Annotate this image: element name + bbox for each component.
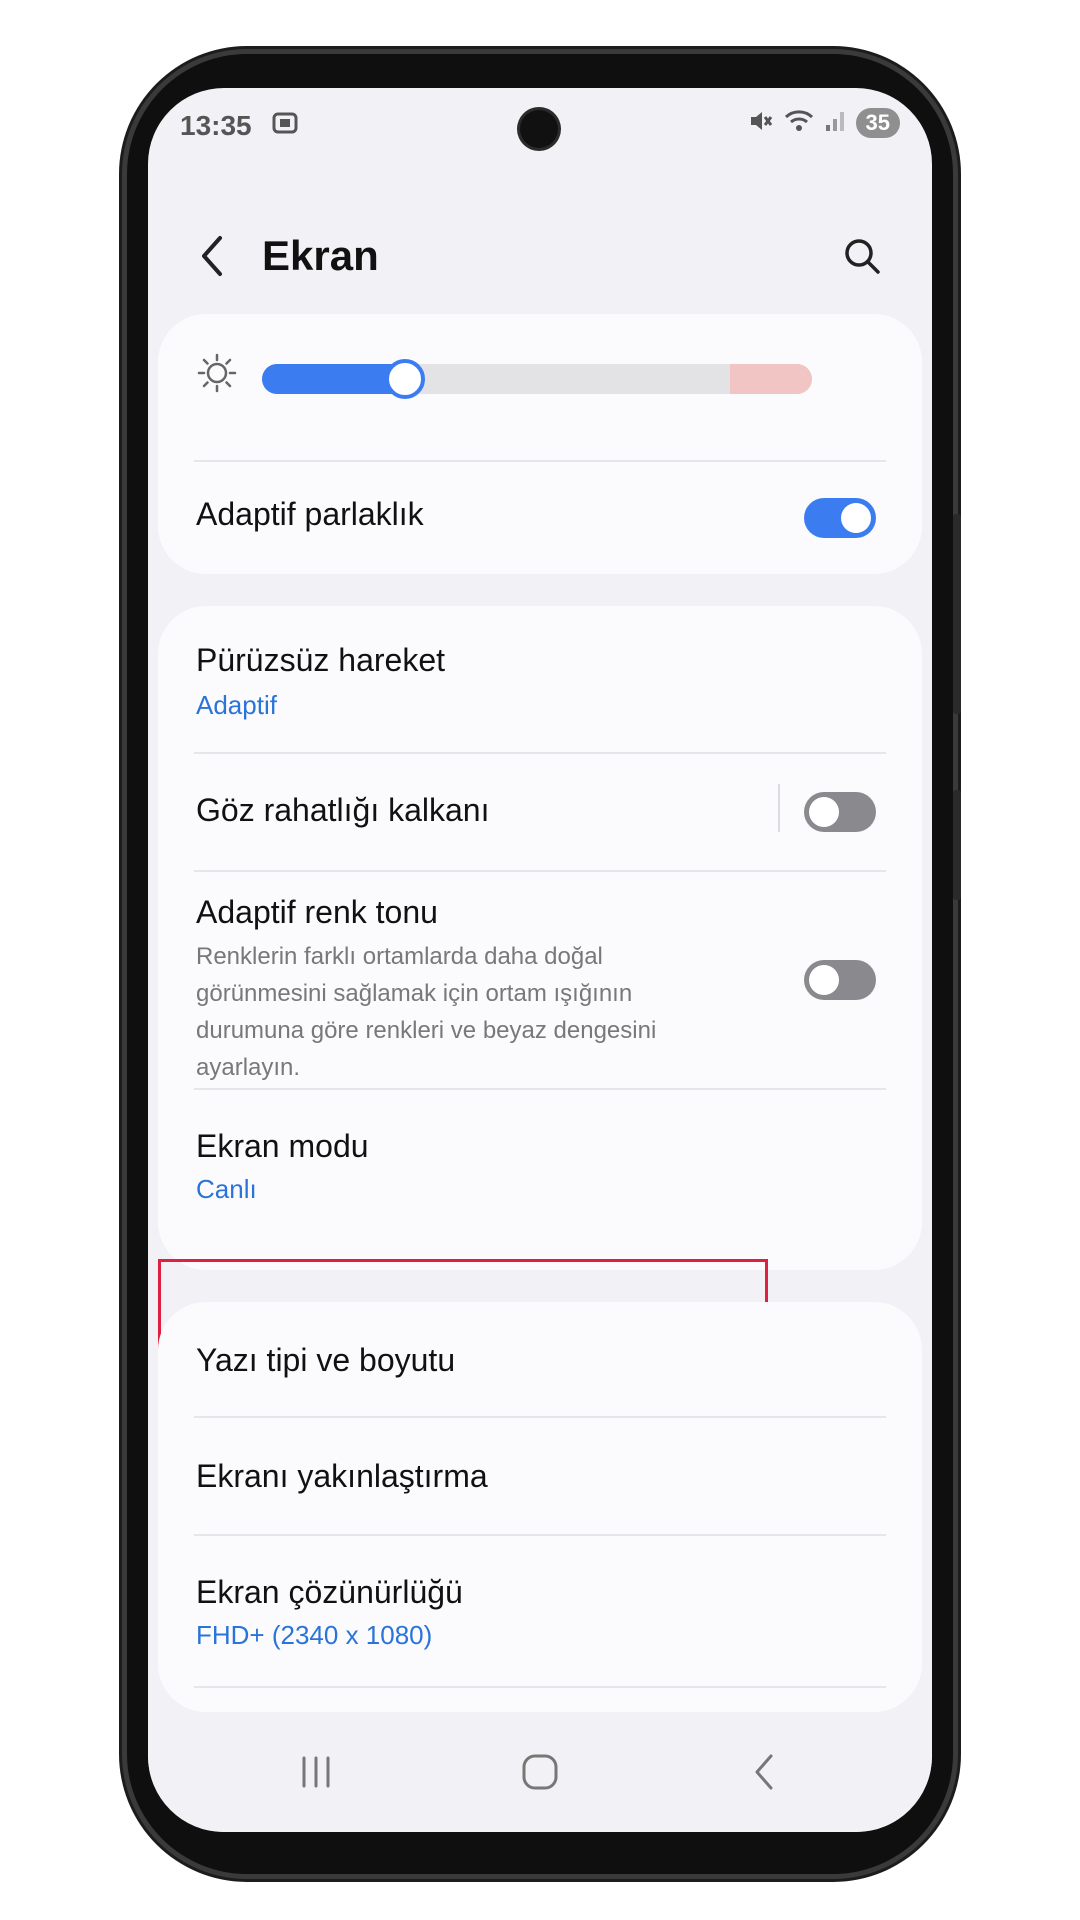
back-nav-button[interactable] bbox=[724, 1744, 804, 1800]
adaptive-brightness-toggle[interactable] bbox=[804, 498, 876, 538]
screen-record-icon bbox=[272, 112, 298, 134]
screen-resolution-row[interactable]: Ekran çözünürlüğü FHD+ (2340 x 1080) bbox=[158, 1536, 922, 1686]
adaptive-tone-toggle[interactable] bbox=[804, 960, 876, 1000]
page-title: Ekran bbox=[262, 232, 379, 279]
divider bbox=[194, 1686, 886, 1688]
screen-zoom-title: Ekranı yakınlaştırma bbox=[196, 1458, 488, 1494]
status-icons: 35 bbox=[748, 108, 900, 138]
status-time: 13:35 bbox=[180, 110, 252, 141]
adaptive-tone-description: Renklerin farklı ortamlarda daha doğal g… bbox=[196, 943, 657, 1081]
eye-comfort-title: Göz rahatlığı kalkanı bbox=[196, 792, 490, 828]
screen-resolution-value: FHD+ (2340 x 1080) bbox=[196, 1620, 433, 1650]
font-size-row[interactable]: Yazı tipi ve boyutu bbox=[158, 1302, 922, 1418]
brightness-icon bbox=[196, 352, 238, 394]
battery-icon: 35 bbox=[855, 108, 900, 138]
search-button[interactable] bbox=[836, 230, 888, 282]
recent-apps-button[interactable] bbox=[276, 1744, 356, 1800]
chevron-left-icon bbox=[202, 236, 222, 276]
back-arrow-icon bbox=[755, 1754, 773, 1790]
screen-resolution-title: Ekran çözünürlüğü bbox=[196, 1574, 463, 1610]
power-button bbox=[953, 790, 961, 900]
screen-mode-value: Canlı bbox=[196, 1174, 257, 1204]
back-button[interactable] bbox=[192, 228, 232, 284]
brightness-slider-fill bbox=[262, 364, 405, 394]
adaptive-tone-title: Adaptif renk tonu bbox=[196, 894, 438, 930]
screen-mode-row[interactable]: Ekran modu Canlı bbox=[158, 1090, 922, 1270]
font-display-card: Yazı tipi ve boyutu Ekranı yakınlaştırma… bbox=[158, 1302, 922, 1712]
mute-icon bbox=[748, 109, 774, 138]
eye-comfort-row[interactable]: Göz rahatlığı kalkanı bbox=[158, 754, 922, 870]
navigation-bar bbox=[148, 1718, 932, 1832]
home-button[interactable] bbox=[500, 1744, 580, 1800]
signal-icon bbox=[824, 109, 846, 138]
wifi-icon bbox=[784, 109, 814, 138]
adaptive-tone-row[interactable]: Adaptif renk tonu Renklerin farklı ortam… bbox=[158, 872, 922, 1081]
brightness-slider-high-zone bbox=[730, 364, 812, 394]
home-icon bbox=[522, 1754, 558, 1790]
search-icon bbox=[845, 239, 880, 274]
volume-button bbox=[953, 514, 961, 714]
screen-mode-title: Ekran modu bbox=[196, 1128, 369, 1164]
smooth-motion-row[interactable]: Pürüzsüz hareket Adaptif bbox=[158, 606, 922, 754]
adaptive-brightness-label: Adaptif parlaklık bbox=[196, 496, 424, 532]
screen-zoom-row[interactable]: Ekranı yakınlaştırma bbox=[158, 1418, 922, 1534]
smooth-motion-value: Adaptif bbox=[196, 690, 277, 720]
recent-apps-icon bbox=[302, 1756, 330, 1788]
display-settings-card: Pürüzsüz hareket Adaptif Göz rahatlığı k… bbox=[158, 606, 922, 1445]
eye-comfort-toggle[interactable] bbox=[804, 792, 876, 832]
brightness-slider[interactable] bbox=[262, 364, 812, 394]
font-size-title: Yazı tipi ve boyutu bbox=[196, 1342, 456, 1378]
vertical-separator bbox=[778, 784, 780, 832]
adaptive-brightness-row[interactable]: Adaptif parlaklık bbox=[158, 460, 922, 574]
front-camera bbox=[520, 110, 558, 148]
screen: 13:35 35 Ekran Adaptif parlaklık Pürüzsü… bbox=[148, 88, 932, 1832]
smooth-motion-title: Pürüzsüz hareket bbox=[196, 642, 446, 678]
brightness-slider-thumb[interactable] bbox=[385, 359, 425, 399]
brightness-card: Adaptif parlaklık bbox=[158, 314, 922, 574]
